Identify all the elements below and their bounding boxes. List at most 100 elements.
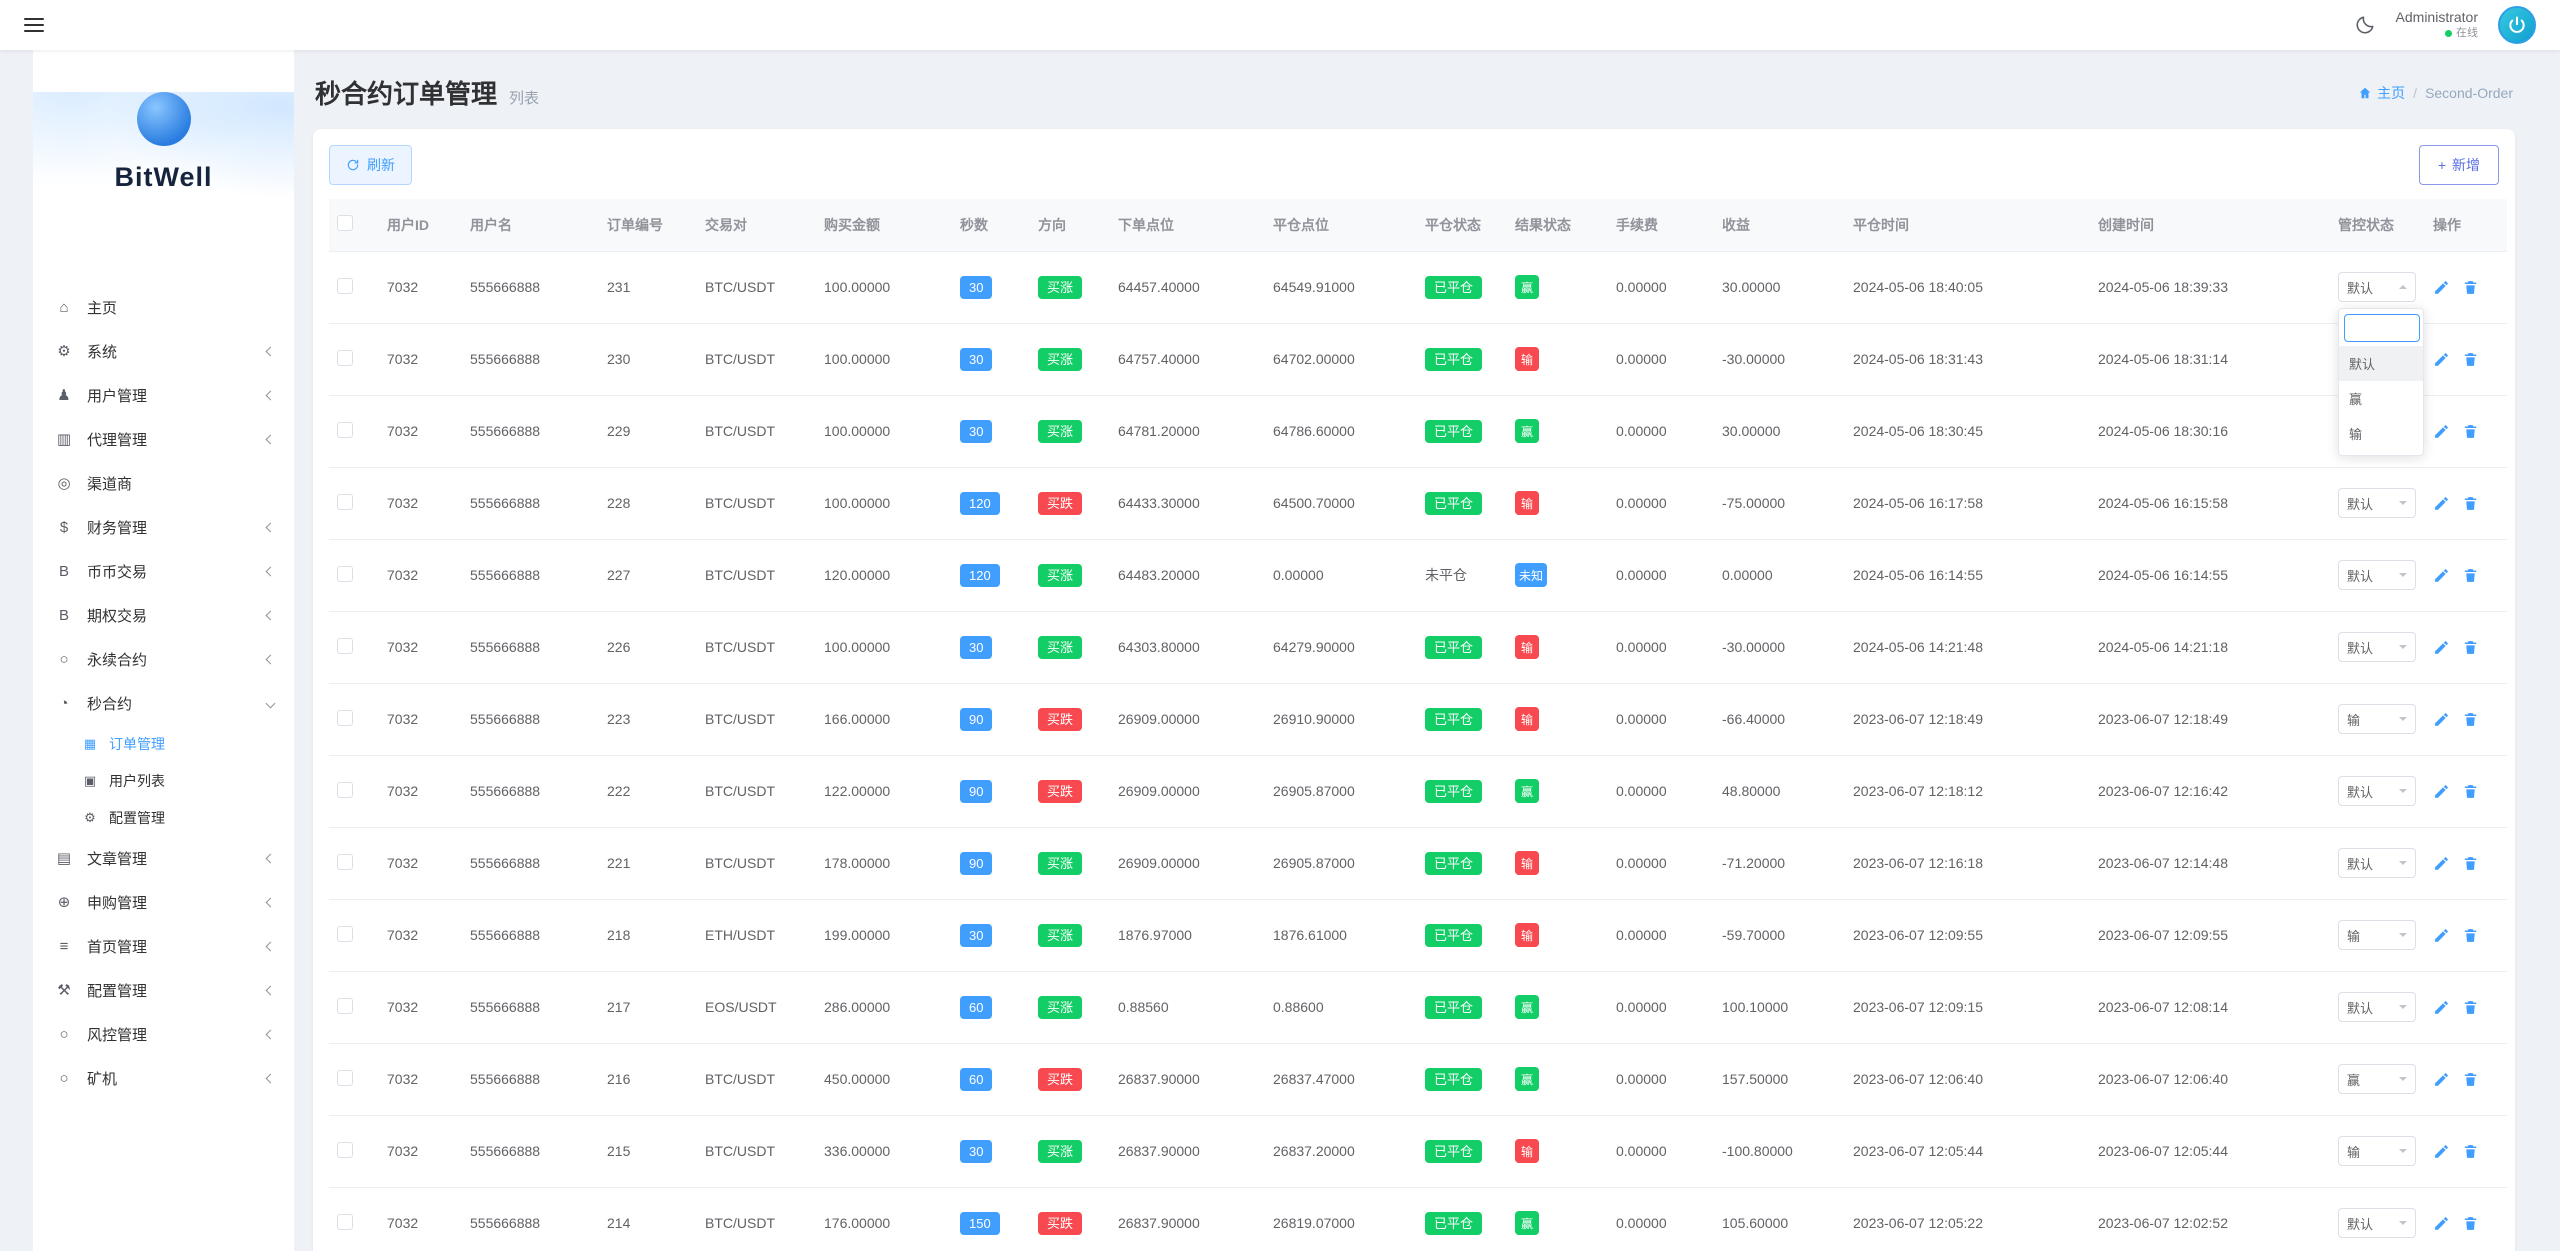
row-checkbox[interactable]: [337, 854, 353, 870]
dropdown-option[interactable]: 赢: [2339, 381, 2423, 416]
cell-fee: 0.00000: [1608, 683, 1714, 755]
edit-icon[interactable]: [2433, 279, 2450, 296]
sidebar-item-perpetual-contract[interactable]: ○永续合约: [33, 637, 294, 681]
control-select[interactable]: 输: [2338, 704, 2416, 734]
control-select[interactable]: 默认: [2338, 992, 2416, 1022]
refresh-button[interactable]: 刷新: [329, 145, 412, 185]
edit-icon[interactable]: [2433, 423, 2450, 440]
delete-icon[interactable]: [2462, 927, 2479, 944]
sidebar-item-subscribe-management[interactable]: ⊕申购管理: [33, 880, 294, 924]
sidebar-subitem-config-management[interactable]: ⚙配置管理: [33, 799, 294, 836]
edit-icon[interactable]: [2433, 567, 2450, 584]
row-checkbox[interactable]: [337, 1142, 353, 1158]
row-checkbox[interactable]: [337, 998, 353, 1014]
delete-icon[interactable]: [2462, 423, 2479, 440]
sidebar-item-risk-management[interactable]: ○风控管理: [33, 1012, 294, 1056]
control-select[interactable]: 赢: [2338, 1064, 2416, 1094]
delete-icon[interactable]: [2462, 351, 2479, 368]
delete-icon[interactable]: [2462, 279, 2479, 296]
delete-icon[interactable]: [2462, 855, 2479, 872]
row-checkbox[interactable]: [337, 278, 353, 294]
control-select[interactable]: 默认: [2338, 488, 2416, 518]
hamburger-menu-icon[interactable]: [24, 18, 44, 32]
control-select[interactable]: 默认: [2338, 272, 2416, 302]
edit-icon[interactable]: [2433, 855, 2450, 872]
sidebar-item-miner[interactable]: ○矿机: [33, 1056, 294, 1100]
control-select[interactable]: 输: [2338, 920, 2416, 950]
control-select[interactable]: 默认: [2338, 1208, 2416, 1238]
control-filter-input[interactable]: [2344, 314, 2420, 342]
row-checkbox[interactable]: [337, 422, 353, 438]
edit-icon[interactable]: [2433, 495, 2450, 512]
user-avatar[interactable]: [2498, 6, 2536, 44]
control-select[interactable]: 默认: [2338, 848, 2416, 878]
edit-icon[interactable]: [2433, 1215, 2450, 1232]
row-checkbox[interactable]: [337, 494, 353, 510]
sidebar-item-user-management[interactable]: ♟用户管理: [33, 373, 294, 417]
sidebar-item-agent-management[interactable]: ▥代理管理: [33, 417, 294, 461]
edit-icon[interactable]: [2433, 1143, 2450, 1160]
sidebar-item-finance-management[interactable]: $财务管理: [33, 505, 294, 549]
cell-username: 555666888: [462, 971, 599, 1043]
close-status-text: 未平仓: [1425, 567, 1467, 583]
sidebar-nav: ⌂主页⚙系统♟用户管理▥代理管理◎渠道商$财务管理B币币交易B期权交易○永续合约…: [33, 277, 294, 1108]
edit-icon[interactable]: [2433, 639, 2450, 656]
row-checkbox[interactable]: [337, 1070, 353, 1086]
delete-icon[interactable]: [2462, 1215, 2479, 1232]
edit-icon[interactable]: [2433, 1071, 2450, 1088]
delete-icon[interactable]: [2462, 495, 2479, 512]
result-badge: 输: [1515, 1139, 1539, 1163]
cell-close-point: 64702.00000: [1265, 323, 1417, 395]
sidebar-item-second-contract[interactable]: ◔秒合约: [33, 681, 294, 725]
sidebar-item-config-management-2[interactable]: ⚒配置管理: [33, 968, 294, 1012]
sidebar-item-article-management[interactable]: ▤文章管理: [33, 836, 294, 880]
control-select[interactable]: 默认: [2338, 560, 2416, 590]
row-checkbox[interactable]: [337, 710, 353, 726]
row-checkbox[interactable]: [337, 782, 353, 798]
result-badge: 输: [1515, 923, 1539, 947]
edit-icon[interactable]: [2433, 711, 2450, 728]
row-checkbox[interactable]: [337, 566, 353, 582]
delete-icon[interactable]: [2462, 711, 2479, 728]
edit-icon[interactable]: [2433, 927, 2450, 944]
sidebar-item-channel[interactable]: ◎渠道商: [33, 461, 294, 505]
home-icon: ⌂: [53, 299, 75, 316]
user-status: 在线: [2396, 27, 2478, 41]
cell-profit: -75.00000: [1714, 467, 1845, 539]
column-header: 创建时间: [2090, 199, 2330, 251]
cell-amount: 178.00000: [816, 827, 952, 899]
breadcrumb-home-link[interactable]: 主页: [2358, 83, 2405, 103]
direction-badge: 买涨: [1038, 564, 1082, 587]
sidebar-item-option-trade[interactable]: B期权交易: [33, 593, 294, 637]
delete-icon[interactable]: [2462, 567, 2479, 584]
edit-icon[interactable]: [2433, 351, 2450, 368]
cell-fee: 0.00000: [1608, 611, 1714, 683]
sidebar-item-label: 矿机: [87, 1068, 267, 1089]
sidebar-subitem-user-list[interactable]: ▣用户列表: [33, 762, 294, 799]
delete-icon[interactable]: [2462, 783, 2479, 800]
sidebar-item-coin-trade[interactable]: B币币交易: [33, 549, 294, 593]
sidebar-subitem-order-management[interactable]: ▦订单管理: [33, 725, 294, 762]
edit-icon[interactable]: [2433, 999, 2450, 1016]
delete-icon[interactable]: [2462, 1143, 2479, 1160]
control-select[interactable]: 默认: [2338, 632, 2416, 662]
control-select[interactable]: 默认: [2338, 776, 2416, 806]
row-checkbox[interactable]: [337, 638, 353, 654]
add-button[interactable]: + 新增: [2419, 145, 2499, 185]
sidebar-item-homepage-management[interactable]: ≡首页管理: [33, 924, 294, 968]
row-checkbox[interactable]: [337, 926, 353, 942]
row-checkbox[interactable]: [337, 350, 353, 366]
row-checkbox[interactable]: [337, 1214, 353, 1230]
delete-icon[interactable]: [2462, 1071, 2479, 1088]
sidebar-item-home[interactable]: ⌂主页: [33, 285, 294, 329]
select-all-checkbox[interactable]: [337, 215, 353, 231]
chevron-left-icon: [266, 610, 276, 620]
sidebar-item-system[interactable]: ⚙系统: [33, 329, 294, 373]
dropdown-option[interactable]: 输: [2339, 416, 2423, 451]
control-select[interactable]: 输: [2338, 1136, 2416, 1166]
delete-icon[interactable]: [2462, 639, 2479, 656]
dropdown-option[interactable]: 默认: [2339, 346, 2423, 381]
edit-icon[interactable]: [2433, 783, 2450, 800]
dark-mode-moon-icon[interactable]: [2354, 14, 2376, 36]
delete-icon[interactable]: [2462, 999, 2479, 1016]
